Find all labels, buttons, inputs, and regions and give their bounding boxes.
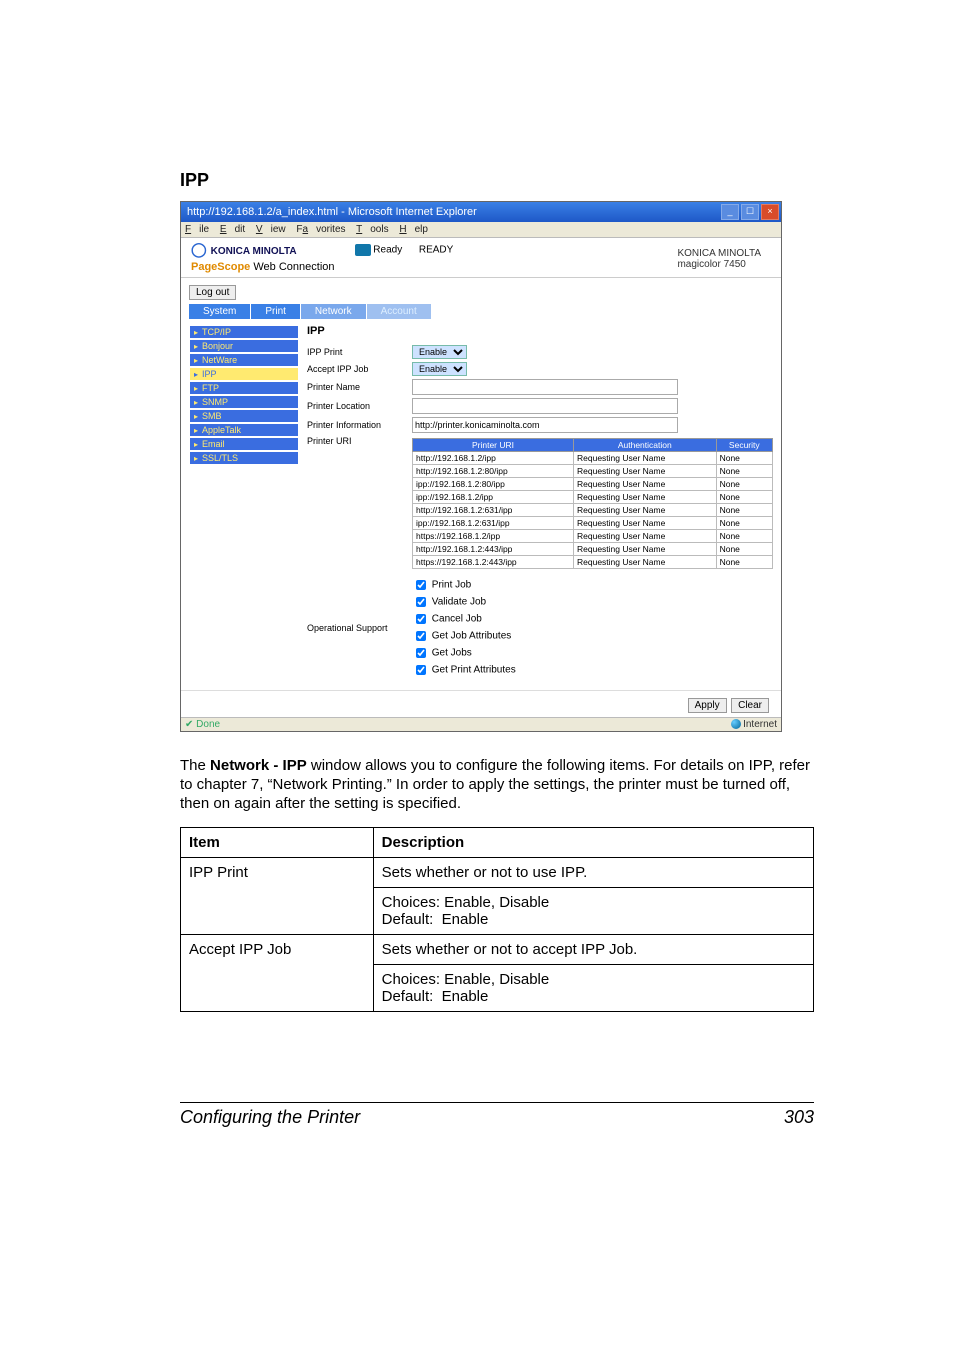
- select-ipp-print[interactable]: Enable: [412, 345, 467, 359]
- tab-network[interactable]: Network: [301, 304, 367, 319]
- apply-button[interactable]: Apply: [688, 698, 727, 713]
- uri-table: Printer URI Authentication Security http…: [412, 438, 773, 569]
- close-icon[interactable]: ×: [761, 204, 779, 220]
- done-icon: ✔: [185, 719, 193, 730]
- browser-menubar: File Edit View Favorites Tools Help: [181, 222, 781, 238]
- select-accept-job[interactable]: Enable: [412, 362, 467, 376]
- cell-item: Accept IPP Job: [181, 935, 374, 1012]
- cell-desc2: Choices: Enable, DisableDefault: Enable: [373, 965, 813, 1012]
- nav-bonjour[interactable]: Bonjour: [189, 339, 299, 353]
- cell-desc2: Choices: Enable, DisableDefault: Enable: [373, 888, 813, 935]
- tab-system[interactable]: System: [189, 304, 251, 319]
- chk-get-job-attr[interactable]: [416, 631, 426, 641]
- menu-edit[interactable]: Edit: [220, 224, 245, 235]
- nav-email[interactable]: Email: [189, 437, 299, 451]
- nav-appletalk[interactable]: AppleTalk: [189, 423, 299, 437]
- uri-th-3: Security: [716, 439, 772, 452]
- table-row: http://192.168.1.2:80/ippRequesting User…: [413, 465, 773, 478]
- browser-title: http://192.168.1.2/a_index.html - Micros…: [187, 206, 477, 218]
- chk-get-print-attr[interactable]: [416, 665, 426, 675]
- printer-info: KONICA MINOLTA magicolor 7450: [677, 248, 761, 270]
- status-header: READY: [419, 245, 453, 256]
- table-row: https://192.168.1.2:443/ippRequesting Us…: [413, 556, 773, 569]
- settings-panel: IPP IPP Print Enable Accept IPP Job Enab…: [299, 325, 773, 682]
- table-row: http://192.168.1.2:631/ippRequesting Use…: [413, 504, 773, 517]
- globe-icon: [731, 719, 741, 729]
- menu-help[interactable]: Help: [399, 224, 428, 235]
- label-printer-uri: Printer URI: [307, 436, 412, 446]
- tab-account[interactable]: Account: [367, 304, 432, 319]
- description-table: Item Description IPP Print Sets whether …: [180, 827, 814, 1012]
- browser-window: http://192.168.1.2/a_index.html - Micros…: [180, 201, 782, 732]
- input-printer-location[interactable]: [412, 398, 678, 414]
- nav-snmp[interactable]: SNMP: [189, 395, 299, 409]
- chk-print-job[interactable]: [416, 580, 426, 590]
- minimize-icon[interactable]: _: [721, 204, 739, 220]
- footer-title: Configuring the Printer: [180, 1107, 360, 1128]
- page-footer: Configuring the Printer 303: [180, 1102, 814, 1128]
- menu-tools[interactable]: Tools: [356, 224, 388, 235]
- chk-get-jobs[interactable]: [416, 648, 426, 658]
- description-paragraph: The Network - IPP window allows you to c…: [180, 757, 814, 813]
- chk-cancel-job[interactable]: [416, 614, 426, 624]
- table-row: IPP Print Sets whether or not to use IPP…: [181, 858, 814, 888]
- table-row: https://192.168.1.2/ippRequesting User N…: [413, 530, 773, 543]
- menu-favorites[interactable]: Favorites: [296, 224, 345, 235]
- menu-view[interactable]: View: [256, 224, 286, 235]
- label-accept-job: Accept IPP Job: [307, 364, 412, 374]
- uri-th-1: Printer URI: [413, 439, 574, 452]
- th-item: Item: [181, 828, 374, 858]
- table-row: http://192.168.1.2:443/ippRequesting Use…: [413, 543, 773, 556]
- main-tabs: System Print Network Account: [189, 304, 773, 319]
- table-row: ipp://192.168.1.2:631/ippRequesting User…: [413, 517, 773, 530]
- page-number: 303: [784, 1107, 814, 1128]
- th-description: Description: [373, 828, 813, 858]
- pagescope-header: ◯KONICA MINOLTA PageScope Web Connection…: [181, 238, 781, 278]
- printer-status-icon: [355, 244, 371, 256]
- label-printer-name: Printer Name: [307, 382, 412, 392]
- clear-button[interactable]: Clear: [731, 698, 769, 713]
- cell-desc: Sets whether or not to use IPP.: [373, 858, 813, 888]
- nav-smb[interactable]: SMB: [189, 409, 299, 423]
- nav-ftp[interactable]: FTP: [189, 381, 299, 395]
- webconnection-label: Web Connection: [253, 261, 334, 273]
- table-row: ipp://192.168.1.2/ippRequesting User Nam…: [413, 491, 773, 504]
- table-row: ipp://192.168.1.2:80/ippRequesting User …: [413, 478, 773, 491]
- pagescope-label: PageScope: [191, 261, 250, 273]
- maximize-icon[interactable]: ☐: [741, 204, 759, 220]
- status-label: Ready: [373, 245, 402, 256]
- logout-button[interactable]: Log out: [189, 285, 236, 300]
- menu-file[interactable]: File: [185, 224, 209, 235]
- nav-ipp[interactable]: IPP: [189, 367, 299, 381]
- label-ops-support: Operational Support: [307, 623, 412, 633]
- section-heading: IPP: [180, 170, 814, 191]
- table-row: http://192.168.1.2/ippRequesting User Na…: [413, 452, 773, 465]
- input-printer-info[interactable]: [412, 417, 678, 433]
- label-printer-info: Printer Information: [307, 420, 412, 430]
- browser-titlebar: http://192.168.1.2/a_index.html - Micros…: [181, 202, 781, 222]
- nav-tcpip[interactable]: TCP/IP: [189, 325, 299, 339]
- browser-statusbar: ✔ Done Internet: [181, 717, 781, 731]
- label-ipp-print: IPP Print: [307, 347, 412, 357]
- input-printer-name[interactable]: [412, 379, 678, 395]
- brand-logo: ◯KONICA MINOLTA: [191, 244, 335, 257]
- nav-netware[interactable]: NetWare: [189, 353, 299, 367]
- tab-print[interactable]: Print: [251, 304, 301, 319]
- uri-th-2: Authentication: [574, 439, 717, 452]
- left-nav: TCP/IP Bonjour NetWare IPP FTP SNMP SMB …: [189, 325, 299, 682]
- label-printer-location: Printer Location: [307, 401, 412, 411]
- cell-desc: Sets whether or not to accept IPP Job.: [373, 935, 813, 965]
- cell-item: IPP Print: [181, 858, 374, 935]
- table-row: Accept IPP Job Sets whether or not to ac…: [181, 935, 814, 965]
- panel-title: IPP: [307, 325, 773, 337]
- nav-ssltls[interactable]: SSL/TLS: [189, 451, 299, 465]
- chk-validate-job[interactable]: [416, 597, 426, 607]
